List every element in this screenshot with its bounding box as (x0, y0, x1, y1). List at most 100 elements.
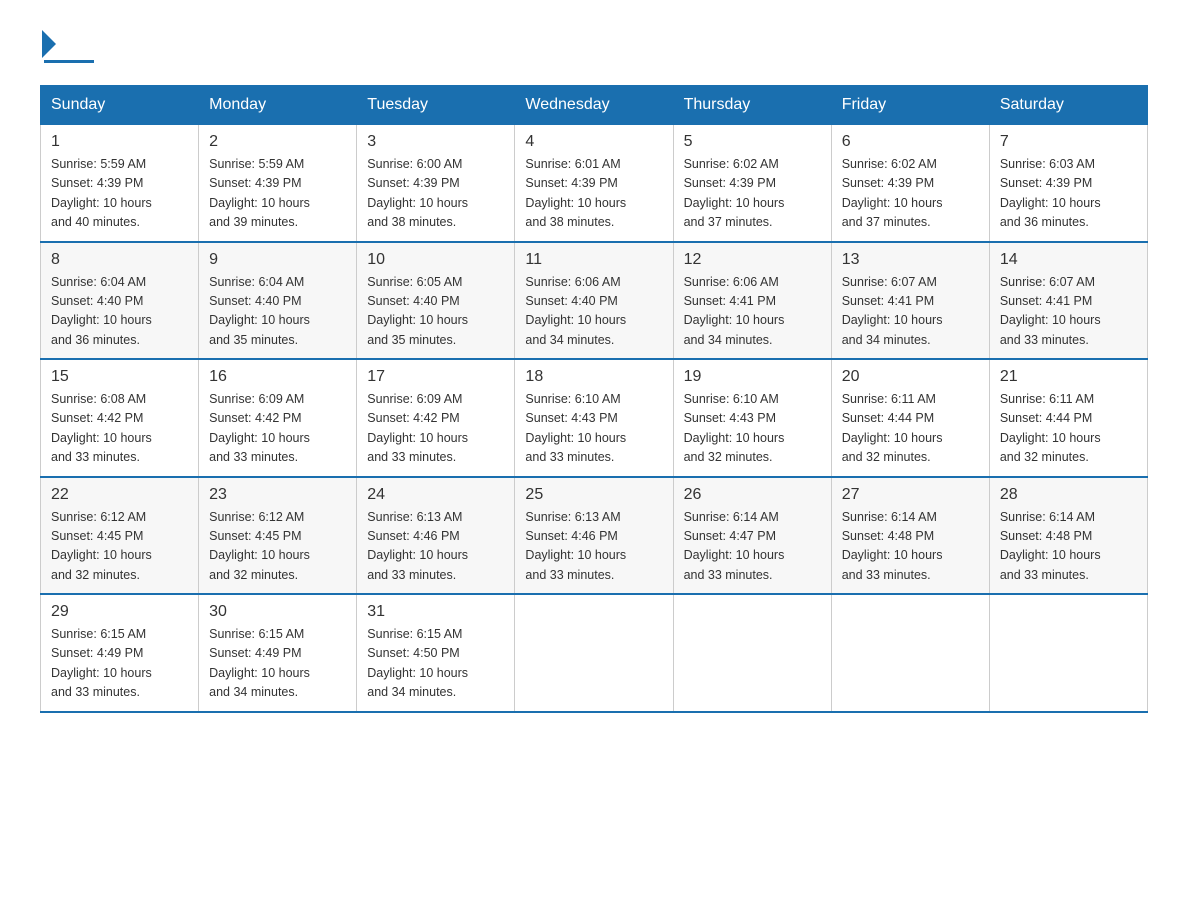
header-cell-sunday: Sunday (41, 86, 199, 125)
day-number: 31 (367, 603, 504, 621)
header-cell-monday: Monday (199, 86, 357, 125)
week-row-2: 8 Sunrise: 6:04 AMSunset: 4:40 PMDaylight… (41, 242, 1148, 360)
day-info: Sunrise: 6:02 AMSunset: 4:39 PMDaylight:… (842, 155, 979, 233)
day-cell: 5 Sunrise: 6:02 AMSunset: 4:39 PMDaylight… (673, 125, 831, 242)
day-cell: 16Sunrise: 6:09 AMSunset: 4:42 PMDayligh… (199, 359, 357, 477)
day-number: 26 (684, 486, 821, 504)
day-info: Sunrise: 6:15 AMSunset: 4:49 PMDaylight:… (51, 625, 188, 703)
day-info: Sunrise: 5:59 AMSunset: 4:39 PMDaylight:… (51, 155, 188, 233)
day-cell: 25Sunrise: 6:13 AMSunset: 4:46 PMDayligh… (515, 477, 673, 595)
day-number: 30 (209, 603, 346, 621)
day-cell: 7Sunrise: 6:03 AMSunset: 4:39 PMDaylight… (989, 125, 1147, 242)
day-info: Sunrise: 6:08 AMSunset: 4:42 PMDaylight:… (51, 390, 188, 468)
header-cell-tuesday: Tuesday (357, 86, 515, 125)
day-info: Sunrise: 6:15 AMSunset: 4:49 PMDaylight:… (209, 625, 346, 703)
day-info: Sunrise: 6:10 AMSunset: 4:43 PMDaylight:… (684, 390, 821, 468)
day-cell: 26 Sunrise: 6:14 AMSunset: 4:47 PMDayligh… (673, 477, 831, 595)
day-cell: 3 Sunrise: 6:00 AMSunset: 4:39 PMDaylight… (357, 125, 515, 242)
day-cell: 14 Sunrise: 6:07 AMSunset: 4:41 PMDayligh… (989, 242, 1147, 360)
day-number: 16 (209, 368, 346, 386)
day-info: Sunrise: 6:10 AMSunset: 4:43 PMDaylight:… (525, 390, 662, 468)
day-info: Sunrise: 6:12 AMSunset: 4:45 PMDaylight:… (209, 508, 346, 586)
day-cell: 29Sunrise: 6:15 AMSunset: 4:49 PMDayligh… (41, 594, 199, 712)
day-info: Sunrise: 6:05 AMSunset: 4:40 PMDaylight:… (367, 273, 504, 351)
header-row: SundayMondayTuesdayWednesdayThursdayFrid… (41, 86, 1148, 125)
day-number: 28 (1000, 486, 1137, 504)
week-row-5: 29Sunrise: 6:15 AMSunset: 4:49 PMDayligh… (41, 594, 1148, 712)
day-cell: 24 Sunrise: 6:13 AMSunset: 4:46 PMDayligh… (357, 477, 515, 595)
day-info: Sunrise: 6:13 AMSunset: 4:46 PMDaylight:… (367, 508, 504, 586)
day-cell (515, 594, 673, 712)
day-cell: 30 Sunrise: 6:15 AMSunset: 4:49 PMDayligh… (199, 594, 357, 712)
day-number: 5 (684, 133, 821, 151)
logo-blue-part (40, 30, 56, 62)
day-cell: 23Sunrise: 6:12 AMSunset: 4:45 PMDayligh… (199, 477, 357, 595)
day-number: 6 (842, 133, 979, 151)
day-number: 19 (684, 368, 821, 386)
day-number: 24 (367, 486, 504, 504)
day-cell: 6 Sunrise: 6:02 AMSunset: 4:39 PMDaylight… (831, 125, 989, 242)
day-cell: 12Sunrise: 6:06 AMSunset: 4:41 PMDayligh… (673, 242, 831, 360)
day-cell (831, 594, 989, 712)
day-cell (673, 594, 831, 712)
day-cell: 8Sunrise: 6:04 AMSunset: 4:40 PMDaylight… (41, 242, 199, 360)
day-cell: 9Sunrise: 6:04 AMSunset: 4:40 PMDaylight… (199, 242, 357, 360)
day-info: Sunrise: 6:11 AMSunset: 4:44 PMDaylight:… (1000, 390, 1137, 468)
calendar-body: 1 Sunrise: 5:59 AMSunset: 4:39 PMDaylight… (41, 125, 1148, 712)
day-cell: 11 Sunrise: 6:06 AMSunset: 4:40 PMDayligh… (515, 242, 673, 360)
day-number: 14 (1000, 251, 1137, 269)
day-cell: 20 Sunrise: 6:11 AMSunset: 4:44 PMDayligh… (831, 359, 989, 477)
day-cell: 17Sunrise: 6:09 AMSunset: 4:42 PMDayligh… (357, 359, 515, 477)
day-number: 10 (367, 251, 504, 269)
day-number: 4 (525, 133, 662, 151)
day-number: 15 (51, 368, 188, 386)
header-cell-thursday: Thursday (673, 86, 831, 125)
day-info: Sunrise: 6:07 AMSunset: 4:41 PMDaylight:… (1000, 273, 1137, 351)
day-info: Sunrise: 5:59 AMSunset: 4:39 PMDaylight:… (209, 155, 346, 233)
day-cell: 13 Sunrise: 6:07 AMSunset: 4:41 PMDayligh… (831, 242, 989, 360)
logo-triangle-icon (42, 30, 56, 58)
day-number: 11 (525, 251, 662, 269)
day-info: Sunrise: 6:14 AMSunset: 4:48 PMDaylight:… (1000, 508, 1137, 586)
day-number: 3 (367, 133, 504, 151)
week-row-3: 15 Sunrise: 6:08 AMSunset: 4:42 PMDayligh… (41, 359, 1148, 477)
day-number: 7 (1000, 133, 1137, 151)
day-number: 13 (842, 251, 979, 269)
day-number: 1 (51, 133, 188, 151)
day-info: Sunrise: 6:07 AMSunset: 4:41 PMDaylight:… (842, 273, 979, 351)
day-number: 8 (51, 251, 188, 269)
calendar-table: SundayMondayTuesdayWednesdayThursdayFrid… (40, 85, 1148, 713)
day-cell: 19 Sunrise: 6:10 AMSunset: 4:43 PMDayligh… (673, 359, 831, 477)
header-cell-saturday: Saturday (989, 86, 1147, 125)
day-number: 22 (51, 486, 188, 504)
day-cell: 21 Sunrise: 6:11 AMSunset: 4:44 PMDayligh… (989, 359, 1147, 477)
day-info: Sunrise: 6:12 AMSunset: 4:45 PMDaylight:… (51, 508, 188, 586)
day-cell: 15 Sunrise: 6:08 AMSunset: 4:42 PMDayligh… (41, 359, 199, 477)
day-info: Sunrise: 6:06 AMSunset: 4:40 PMDaylight:… (525, 273, 662, 351)
header-cell-friday: Friday (831, 86, 989, 125)
day-info: Sunrise: 6:15 AMSunset: 4:50 PMDaylight:… (367, 625, 504, 703)
day-cell (989, 594, 1147, 712)
day-cell: 1 Sunrise: 5:59 AMSunset: 4:39 PMDaylight… (41, 125, 199, 242)
logo (40, 30, 94, 65)
day-info: Sunrise: 6:11 AMSunset: 4:44 PMDaylight:… (842, 390, 979, 468)
day-info: Sunrise: 6:00 AMSunset: 4:39 PMDaylight:… (367, 155, 504, 233)
day-info: Sunrise: 6:01 AMSunset: 4:39 PMDaylight:… (525, 155, 662, 233)
day-info: Sunrise: 6:14 AMSunset: 4:47 PMDaylight:… (684, 508, 821, 586)
page-header (40, 30, 1148, 65)
day-cell: 22 Sunrise: 6:12 AMSunset: 4:45 PMDayligh… (41, 477, 199, 595)
day-number: 21 (1000, 368, 1137, 386)
day-number: 25 (525, 486, 662, 504)
day-number: 20 (842, 368, 979, 386)
day-cell: 2Sunrise: 5:59 AMSunset: 4:39 PMDaylight… (199, 125, 357, 242)
day-cell: 28 Sunrise: 6:14 AMSunset: 4:48 PMDayligh… (989, 477, 1147, 595)
day-info: Sunrise: 6:06 AMSunset: 4:41 PMDaylight:… (684, 273, 821, 351)
day-info: Sunrise: 6:14 AMSunset: 4:48 PMDaylight:… (842, 508, 979, 586)
day-cell: 18Sunrise: 6:10 AMSunset: 4:43 PMDayligh… (515, 359, 673, 477)
day-cell: 10 Sunrise: 6:05 AMSunset: 4:40 PMDayligh… (357, 242, 515, 360)
week-row-1: 1 Sunrise: 5:59 AMSunset: 4:39 PMDaylight… (41, 125, 1148, 242)
day-info: Sunrise: 6:09 AMSunset: 4:42 PMDaylight:… (367, 390, 504, 468)
header-cell-wednesday: Wednesday (515, 86, 673, 125)
day-info: Sunrise: 6:04 AMSunset: 4:40 PMDaylight:… (209, 273, 346, 351)
day-info: Sunrise: 6:02 AMSunset: 4:39 PMDaylight:… (684, 155, 821, 233)
